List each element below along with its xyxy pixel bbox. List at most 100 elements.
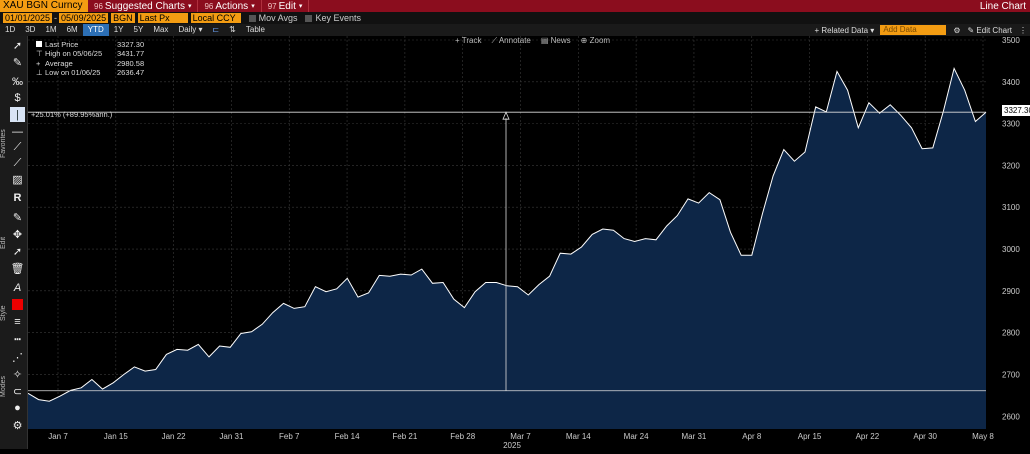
channel-icon[interactable]: ▨	[10, 172, 25, 187]
more-options-icon[interactable]: ⋮	[1016, 26, 1030, 35]
settings-gear-icon[interactable]: ⚙	[950, 26, 963, 35]
x-tick-label: Mar 14	[566, 432, 591, 441]
y-tick-label: 3200	[1002, 161, 1020, 170]
fibonacci-icon[interactable]: ‰	[10, 74, 25, 89]
y-tick-label: 2800	[1002, 329, 1020, 338]
y-tick-label: 3100	[1002, 203, 1020, 212]
line-style-icon[interactable]: ┅	[10, 332, 25, 347]
related-data-button[interactable]: + Related Data ▾	[808, 26, 880, 35]
mov-avgs-checkbox[interactable]: Mov Avgs	[248, 13, 297, 23]
legend-row-last: Last Price 3327.30	[36, 40, 144, 49]
chart-type-icon[interactable]: ⊏	[207, 24, 224, 36]
toolbar-label-edit: Edit	[0, 236, 7, 250]
pointer-icon[interactable]: ➚	[10, 38, 25, 53]
toolbar-label-favorites: Favorites	[0, 129, 7, 159]
source-field[interactable]: BGN	[111, 13, 135, 23]
x-tick-label: Apr 8	[742, 432, 762, 441]
x-tick-label: Feb 7	[279, 432, 300, 441]
text-tool-icon[interactable]: A	[10, 280, 25, 295]
x-tick-label: Jan 7	[48, 432, 68, 441]
legend-row-average: + Average 2980.58	[36, 58, 145, 68]
regression-icon[interactable]: R	[10, 190, 25, 205]
key-events-checkbox[interactable]: Key Events	[305, 13, 361, 23]
add-data-input[interactable]: Add Data	[880, 25, 947, 35]
field-selector[interactable]: Last Px	[137, 13, 188, 23]
toolbar-label-modes: Modes	[0, 375, 7, 397]
line-weight-icon[interactable]: ≡	[10, 314, 25, 329]
y-tick-label: 2700	[1002, 370, 1020, 379]
select-arrow-icon[interactable]: ➚	[10, 244, 25, 259]
ticker-input[interactable]: XAU BGN Curncy	[0, 0, 88, 12]
legend-row-low: ⊥ Low on 01/06/25 2636.47	[36, 68, 145, 78]
price-chart[interactable]: 2600 2700 2800 2900 3000 3100 3200 3300 3400 3500…	[27, 36, 1030, 450]
menu-actions[interactable]: 96 Actions ▾	[198, 0, 262, 12]
range-max[interactable]: Max	[148, 24, 173, 36]
range-1y[interactable]: 1Y	[109, 24, 129, 36]
change-label: +25.01% (+89.95%ann.)	[31, 110, 113, 119]
pattern-icon[interactable]: ⋰	[10, 350, 25, 365]
legend-row-high: ⊤ High on 05/06/25 3431.77	[36, 49, 145, 59]
chart-legend: Last Price 3327.30 ⊤ High on 05/06/25 3431.…	[36, 40, 144, 78]
window-title: Line Chart	[979, 0, 1026, 12]
crosshair-icon[interactable]: ✧	[10, 367, 25, 382]
menu-suggested-charts[interactable]: 96 Suggested Charts ▾	[88, 0, 199, 12]
y-tick-label: 3000	[1002, 245, 1020, 254]
area-fill	[28, 68, 986, 430]
top-menu-bar: XAU BGN Curncy 96 Suggested Charts ▾ 96 Act…	[0, 0, 1030, 12]
move-icon[interactable]: ✥	[10, 227, 25, 242]
ray-line-icon[interactable]: ⟋	[10, 156, 25, 171]
zoom-button[interactable]: ⊕ Zoom	[581, 36, 610, 46]
chart-area[interactable]: 2600 2700 2800 2900 3000 3100 3200 3300 3400 3500…	[27, 36, 1030, 450]
table-button[interactable]: Table	[241, 24, 270, 36]
color-swatch-icon[interactable]	[10, 297, 25, 312]
range-5y[interactable]: 5Y	[129, 24, 149, 36]
brush-icon[interactable]: ✎	[10, 210, 25, 225]
currency-selector[interactable]: Local CCY	[190, 13, 241, 23]
menu-edit[interactable]: 97 Edit ▾	[262, 0, 310, 12]
price-tag-icon[interactable]: $	[10, 90, 25, 105]
compare-icon[interactable]: ⇅	[224, 24, 241, 36]
x-tick-label: Feb 28	[450, 432, 475, 441]
range-1d[interactable]: 1D	[0, 24, 20, 36]
x-tick-label: Apr 15	[798, 432, 822, 441]
y-tick-label: 3500	[1002, 36, 1020, 45]
x-tick-label: Jan 31	[219, 432, 244, 441]
trash-icon[interactable]: 🗑	[10, 261, 25, 276]
y-tick-label: 3400	[1002, 78, 1020, 87]
end-date-field[interactable]: 05/09/2025	[59, 13, 109, 23]
range-6m[interactable]: 6M	[62, 24, 83, 36]
horizontal-line-icon[interactable]: —	[10, 124, 25, 139]
palette-icon[interactable]: ●	[10, 400, 25, 415]
x-tick-label: Mar 7	[510, 432, 531, 441]
x-tick-label: Jan 15	[104, 432, 129, 441]
x-tick-label: Mar 31	[681, 432, 706, 441]
y-tick-label: 3300	[1002, 120, 1020, 129]
x-tick-label: Feb 21	[392, 432, 417, 441]
magnet-icon[interactable]: ⊂	[10, 384, 25, 399]
x-tick-label: Mar 24	[624, 432, 649, 441]
y-tick-label: 2600	[1002, 412, 1020, 421]
start-date-field[interactable]: 01/01/2025	[3, 13, 53, 23]
x-tick-label: Apr 22	[856, 432, 880, 441]
range-3d[interactable]: 3D	[20, 24, 40, 36]
annotate-button[interactable]: ⟋ Annotate	[491, 36, 530, 46]
vertical-line-icon[interactable]: |	[10, 107, 25, 122]
pen-icon[interactable]: ✎	[10, 55, 25, 70]
range-ytd[interactable]: YTD	[82, 24, 109, 36]
settings-icon[interactable]: ⚙	[10, 418, 25, 433]
trend-line-icon[interactable]: ⟋	[10, 140, 25, 155]
news-button[interactable]: ▤ News	[541, 36, 571, 46]
year-label: 2025	[503, 441, 521, 449]
track-button[interactable]: + Track	[455, 36, 481, 46]
x-tick-label: Apr 30	[913, 432, 937, 441]
edit-chart-button[interactable]: ✎ Edit Chart	[963, 26, 1016, 35]
y-tick-label: 2900	[1002, 287, 1020, 296]
x-tick-label: May 8	[972, 432, 994, 441]
range-1m[interactable]: 1M	[40, 24, 61, 36]
range-bar: 1D 3D 1M 6M YTD 1Y 5Y Max Daily ▾ ⊏ ⇅ Ta…	[0, 24, 1030, 36]
drawing-toolbar: Favorites Edit Style Modes ➚ ✎ ‰ $ | — ⟋…	[0, 36, 28, 449]
x-tick-label: Jan 22	[162, 432, 187, 441]
frequency-selector[interactable]: Daily ▾	[173, 24, 207, 36]
last-price-badge: 3327.30	[1002, 105, 1030, 116]
annotation-arrow-head	[502, 111, 510, 120]
